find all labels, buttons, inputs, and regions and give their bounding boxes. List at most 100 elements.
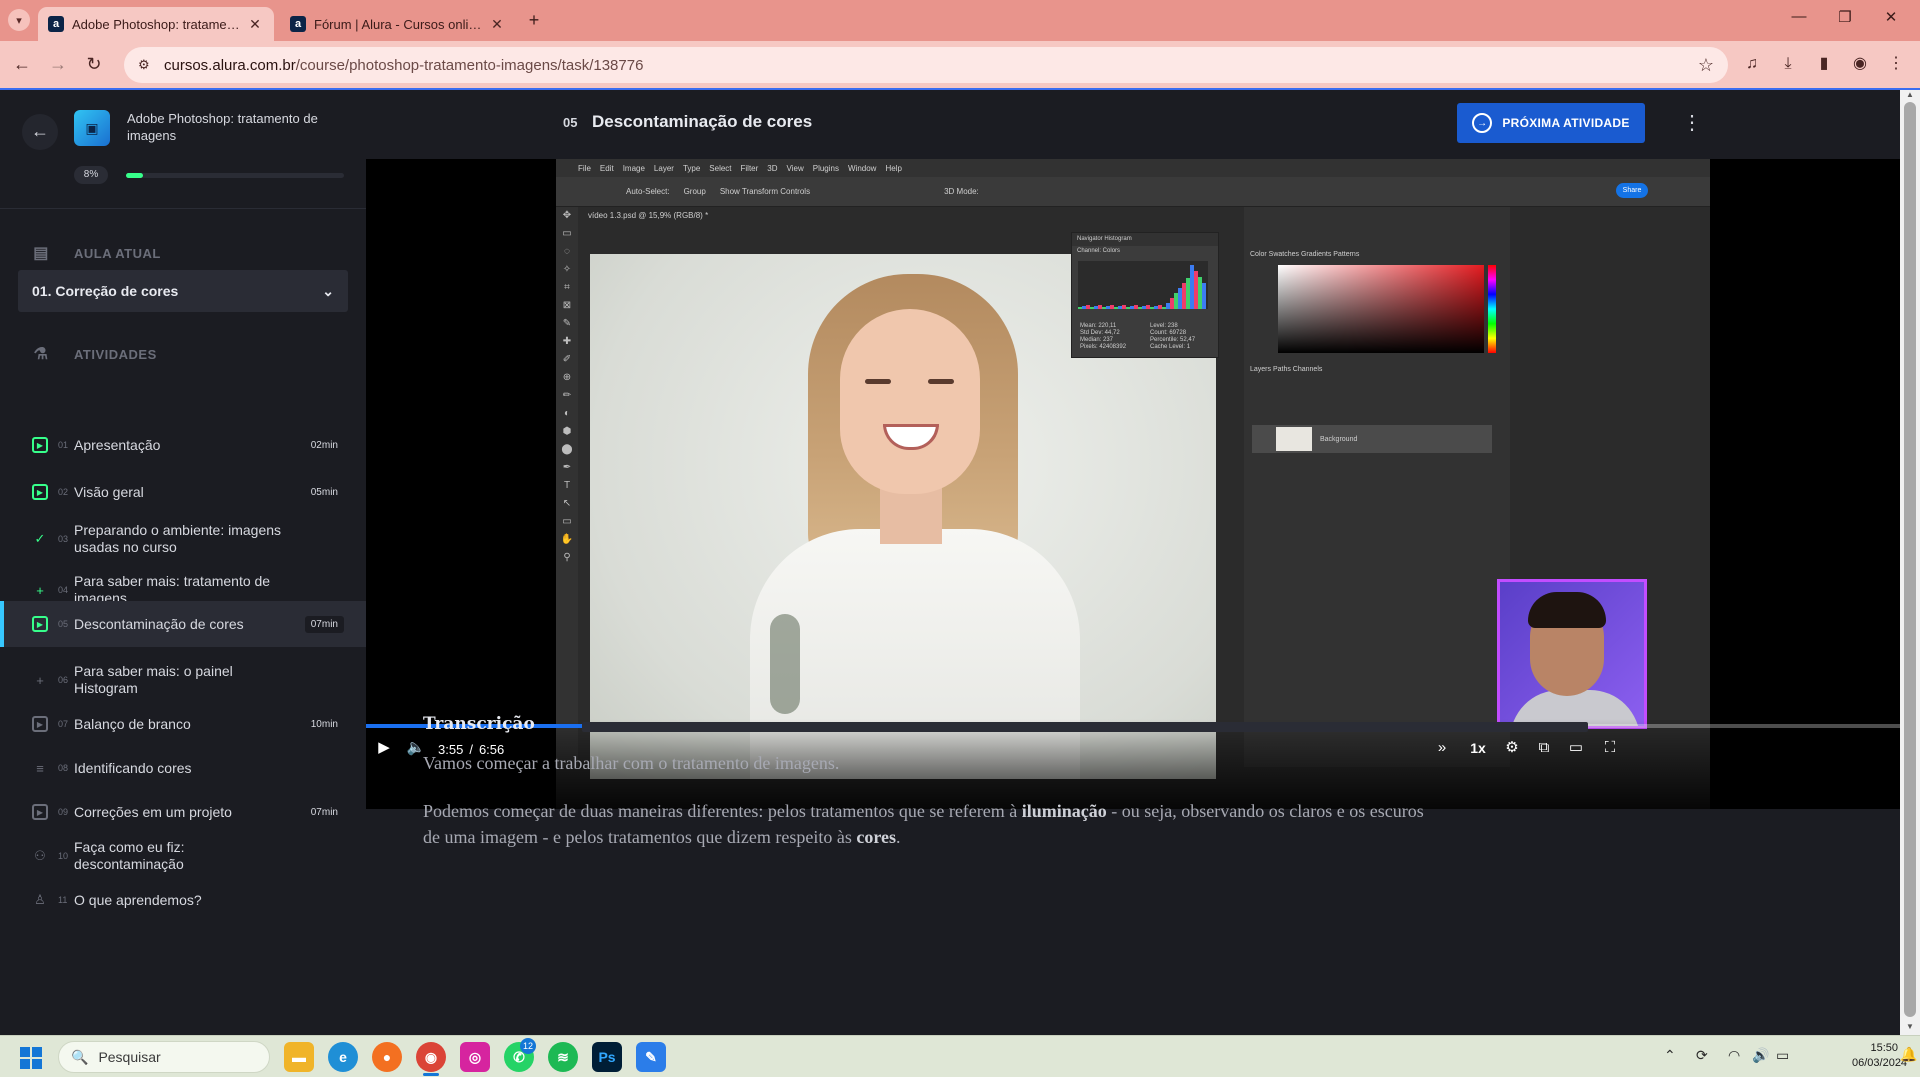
side-panel-icon[interactable]: ▮: [1812, 53, 1836, 77]
sidebar-activity-item[interactable]: ▶ 01 Apresentação 02min: [0, 423, 366, 467]
battery-icon[interactable]: ▭: [1776, 1047, 1789, 1064]
histogram-stat: Mean: 220,11: [1080, 323, 1117, 329]
forward-arrow-icon[interactable]: →: [46, 53, 70, 77]
settings-gear-icon[interactable]: ⚙: [1498, 735, 1526, 761]
back-arrow-icon[interactable]: ←: [10, 53, 34, 77]
ps-document-tab: vídeo 1.3.psd @ 15,9% (RGB/8) *: [578, 207, 1218, 225]
file-explorer-icon[interactable]: ▬: [284, 1042, 314, 1072]
minimize-icon[interactable]: —: [1776, 8, 1822, 25]
ps-option: Show Transform Controls: [719, 187, 811, 196]
transcript-divider: [582, 722, 1588, 732]
notification-bell-icon[interactable]: 🔔: [1900, 1046, 1917, 1063]
sidebar-activity-item[interactable]: ⚇ 10 Faça como eu fiz: descontaminação: [0, 834, 366, 878]
instagram-icon[interactable]: ◎: [460, 1042, 490, 1072]
taskbar-clock[interactable]: 15:50 06/03/2024: [1852, 1041, 1907, 1071]
histogram-stats-right: Level: 238 Count: 69728 Percentile: 52,4…: [1150, 323, 1195, 351]
sidebar-activity-item[interactable]: ▶ 07 Balanço de branco 10min: [0, 702, 366, 746]
window-close-icon[interactable]: ✕: [1868, 8, 1914, 26]
active-app-indicator: [423, 1073, 439, 1076]
close-icon[interactable]: ✕: [488, 16, 506, 33]
ps-menu-item: Select: [709, 163, 732, 173]
ps-menu-item: Layer: [653, 163, 674, 173]
ps-menu-item: Help: [885, 163, 902, 173]
browser-toolbar: ← → ↻ ⚙ cursos.alura.com.br/course/photo…: [0, 41, 1920, 88]
list-icon: ≡: [36, 760, 44, 776]
scroll-down-icon[interactable]: ▼: [1904, 1022, 1916, 1031]
scroll-up-icon[interactable]: ▲: [1904, 90, 1916, 99]
next-activity-button[interactable]: → PRÓXIMA ATIVIDADE: [1457, 103, 1645, 143]
activity-number: 01: [58, 440, 69, 450]
ps-tool-icon: ✒: [562, 462, 572, 473]
activity-title: Balanço de branco: [74, 715, 191, 732]
progress-percentage: 8%: [74, 166, 108, 184]
ps-menu-item: Type: [682, 163, 701, 173]
fullscreen-icon[interactable]: ⛶: [1596, 735, 1624, 761]
activity-title: Descontaminação de cores: [74, 615, 244, 632]
edge-icon[interactable]: e: [328, 1042, 358, 1072]
current-lesson-header: ▤ AULA ATUAL: [30, 243, 161, 263]
photo-eye: [865, 379, 891, 384]
windows-start-icon[interactable]: [20, 1047, 42, 1069]
scroll-thumb[interactable]: [1904, 102, 1916, 1017]
ps-layers-tabs: Layers Paths Channels: [1250, 366, 1323, 373]
page-scrollbar[interactable]: ▲ ▼: [1900, 90, 1920, 1035]
new-tab-plus-icon[interactable]: +: [522, 9, 546, 33]
profile-avatar-icon[interactable]: ◉: [1848, 53, 1872, 77]
sidebar-activity-item[interactable]: ▶ 05 Descontaminação de cores 07min: [0, 601, 366, 647]
play-icon[interactable]: ▶: [370, 735, 398, 761]
picture-in-picture-icon[interactable]: ⧉: [1530, 735, 1558, 761]
wifi-icon[interactable]: ◠: [1728, 1047, 1740, 1064]
site-info-icon[interactable]: ⚙: [138, 57, 154, 73]
more-options-icon[interactable]: ⋮: [1682, 110, 1702, 135]
tab-title: Fórum | Alura - Cursos online de tecnolo…: [314, 16, 488, 32]
people-icon: ⚇: [34, 848, 46, 863]
sidebar-activity-item[interactable]: +06 Para saber mais: o painel Histogram: [0, 658, 366, 702]
video-player[interactable]: File Edit Image Layer Type Select Filter 3D View…: [366, 159, 1900, 809]
firefox-icon[interactable]: ●: [372, 1042, 402, 1072]
sidebar-activity-item[interactable]: ♙ 11 O que aprendemos?: [0, 878, 366, 922]
back-arrow-icon[interactable]: ←: [22, 114, 58, 150]
activity-number: 04: [58, 585, 69, 595]
taskbar-search[interactable]: 🔍 Pesquisar: [58, 1041, 270, 1073]
tab-search-icon[interactable]: ▾: [8, 9, 30, 31]
spotify-icon[interactable]: ≋: [548, 1042, 578, 1072]
ps-layer-row: Background: [1252, 425, 1492, 453]
reload-icon[interactable]: ↻: [82, 53, 106, 77]
theater-mode-icon[interactable]: ▭: [1562, 735, 1590, 761]
ps-tool-icon: ↖: [562, 498, 572, 509]
ps-tool-icon: ✥: [562, 210, 572, 221]
ps-tool-icon: ✋: [560, 534, 574, 545]
ps-tool-icon: ✐: [562, 354, 572, 365]
lesson-dropdown[interactable]: 01. Correção de cores ⌄: [18, 270, 348, 312]
sidebar-activity-item[interactable]: ▶ 09 Correções em um projeto 07min: [0, 790, 366, 834]
address-bar[interactable]: ⚙ cursos.alura.com.br/course/photoshop-t…: [124, 47, 1728, 83]
video-icon: ▶: [30, 802, 50, 822]
sidebar-activity-item[interactable]: ≡ 08 Identificando cores: [0, 746, 366, 790]
speaker-icon[interactable]: 🔊: [1752, 1047, 1769, 1064]
activity-title: O que aprendemos?: [74, 891, 202, 908]
restore-icon[interactable]: ❐: [1822, 8, 1868, 26]
tray-chevron-icon[interactable]: ⌃: [1664, 1047, 1676, 1064]
media-controls-icon[interactable]: ♫: [1740, 53, 1764, 77]
next-activity-label: PRÓXIMA ATIVIDADE: [1502, 116, 1630, 130]
app-icon[interactable]: ✎: [636, 1042, 666, 1072]
sync-icon[interactable]: ⟳: [1696, 1047, 1708, 1064]
browser-menu-icon[interactable]: ⋮: [1884, 53, 1908, 77]
transcript-bold: iluminação: [1021, 801, 1107, 821]
sidebar-activity-item[interactable]: ✓ 03 Preparando o ambiente: imagens usadas…: [0, 514, 366, 564]
plus-circle-icon: +: [36, 582, 44, 598]
download-icon[interactable]: ⤓: [1776, 53, 1800, 77]
ps-hue-slider: [1488, 265, 1496, 353]
ps-tool-icon: ✧: [562, 264, 572, 275]
playback-speed[interactable]: 1x: [1464, 735, 1492, 761]
close-icon[interactable]: ✕: [246, 16, 264, 33]
activity-number: 05: [58, 619, 69, 629]
instructor-webcam: [1497, 579, 1647, 729]
bookmark-star-icon[interactable]: ☆: [1698, 55, 1714, 76]
sidebar-activity-item[interactable]: ▶ 02 Visão geral 05min: [0, 470, 366, 514]
tab-active[interactable]: a Adobe Photoshop: tratamento de imagens…: [38, 7, 274, 41]
ps-right-panels: Color Swatches Gradients Patterns Layers…: [1244, 207, 1510, 767]
tab-forum[interactable]: a Fórum | Alura - Cursos online de tecno…: [280, 7, 516, 41]
chrome-icon[interactable]: ◉: [416, 1042, 446, 1072]
photoshop-icon[interactable]: Ps: [592, 1042, 622, 1072]
